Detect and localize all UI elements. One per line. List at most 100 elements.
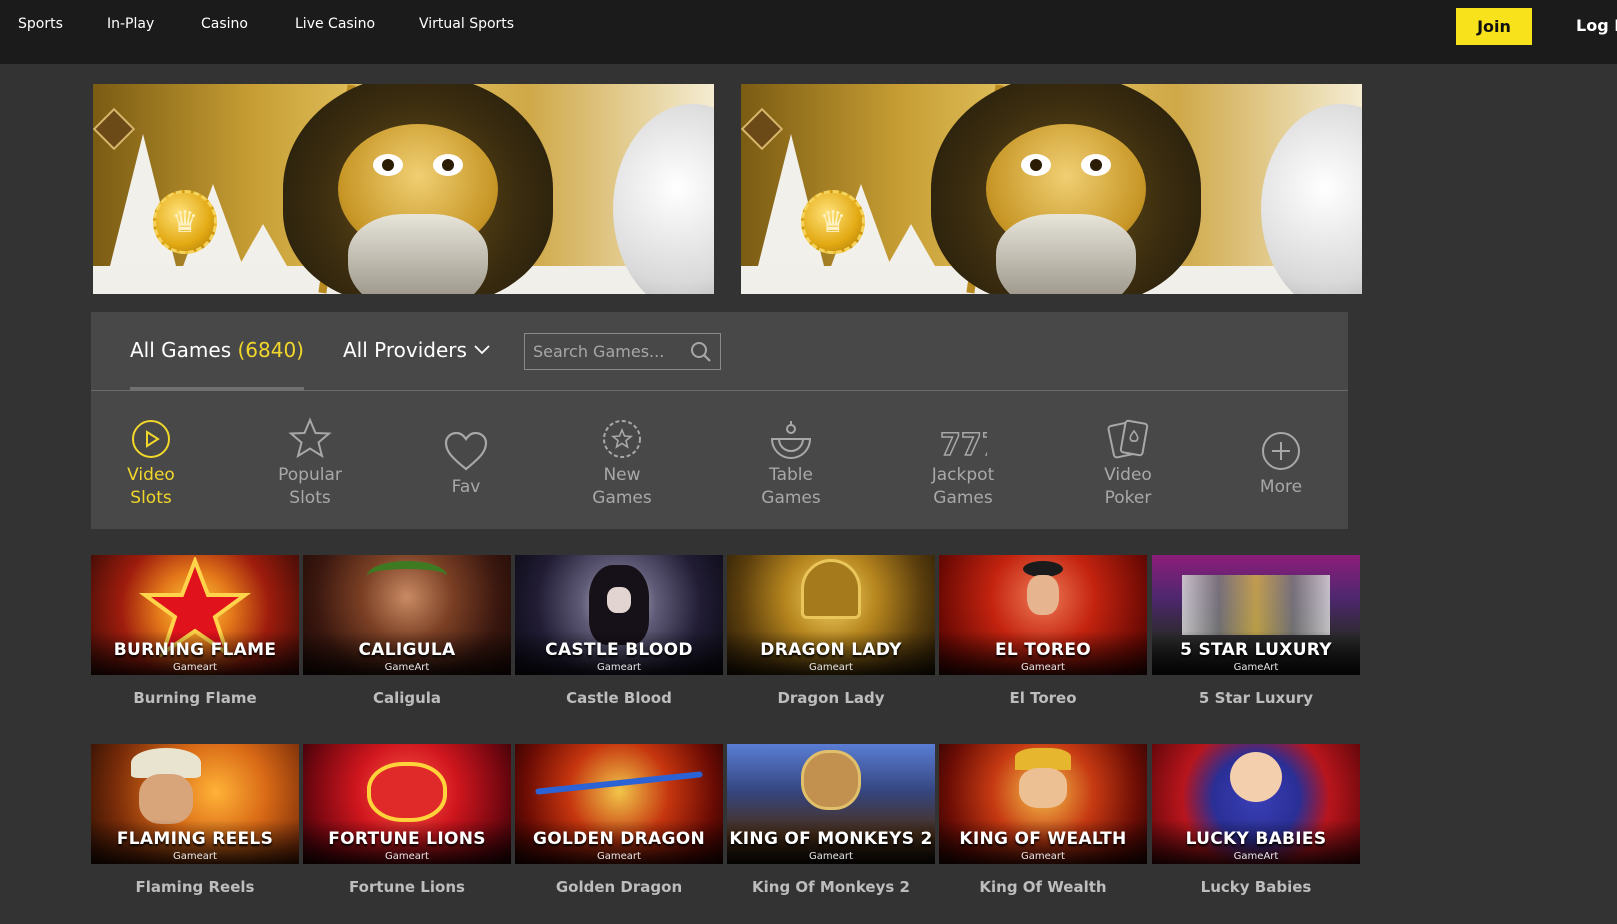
game-thumb-title: GOLDEN DRAGON	[533, 829, 705, 849]
game-tile-el-toreo[interactable]: EL TOREO Gameart El Toreo	[939, 555, 1147, 707]
heart-icon	[444, 431, 488, 471]
game-thumbnail[interactable]: CASTLE BLOOD Gameart	[515, 555, 723, 675]
game-name[interactable]: King Of Wealth	[939, 878, 1147, 896]
game-provider: GameArt	[1233, 851, 1279, 862]
game-thumbnail[interactable]: BURNING FLAME Gameart	[91, 555, 299, 675]
game-thumb-title: KING OF WEALTH	[959, 829, 1127, 849]
game-thumb-title: 5 STAR LUXURY	[1180, 640, 1332, 660]
nav-virtual-sports[interactable]: Virtual Sports	[419, 16, 514, 32]
category-jackpot-games[interactable]: 777 Jackpot Games	[903, 416, 1023, 510]
game-name[interactable]: Burning Flame	[91, 689, 299, 707]
category-label: Table Games	[761, 465, 821, 508]
play-circle-icon	[132, 420, 170, 458]
nav-in-play[interactable]: In-Play	[107, 16, 154, 32]
category-video-slots[interactable]: Video Slots	[91, 416, 211, 510]
category-label: More	[1259, 477, 1303, 497]
game-tile-burning-flame[interactable]: BURNING FLAME Gameart Burning Flame	[91, 555, 299, 707]
game-thumbnail[interactable]: 5 STAR LUXURY GameArt	[1152, 555, 1360, 675]
game-name[interactable]: Fortune Lions	[303, 878, 511, 896]
game-provider: Gameart	[597, 851, 641, 862]
chevron-down-icon	[474, 345, 490, 355]
providers-dropdown[interactable]: All Providers	[343, 338, 491, 362]
game-name[interactable]: El Toreo	[939, 689, 1147, 707]
game-tile-golden-dragon[interactable]: GOLDEN DRAGON Gameart Golden Dragon	[515, 744, 723, 896]
join-button[interactable]: Join	[1456, 8, 1532, 45]
game-thumb-title: LUCKY BABIES	[1185, 829, 1327, 849]
games-count: (6840)	[237, 338, 304, 362]
cards-icon	[1107, 419, 1149, 459]
active-tab-underline	[130, 387, 304, 391]
game-name[interactable]: Golden Dragon	[515, 878, 723, 896]
game-tile-fortune-lions[interactable]: FORTUNE LIONS Gameart Fortune Lions	[303, 744, 511, 896]
game-name[interactable]: Castle Blood	[515, 689, 723, 707]
svg-text:777: 777	[940, 428, 987, 461]
nav-sports[interactable]: Sports	[18, 16, 63, 32]
login-link[interactable]: Log In	[1576, 16, 1617, 35]
game-tile-caligula[interactable]: CALIGULA GameArt Caligula	[303, 555, 511, 707]
category-popular-slots[interactable]: Popular Slots	[250, 416, 370, 510]
search-box[interactable]	[524, 333, 721, 370]
game-thumbnail[interactable]: FLAMING REELS Gameart	[91, 744, 299, 864]
game-thumb-title: CASTLE BLOOD	[545, 640, 693, 660]
game-tile-flaming-reels[interactable]: FLAMING REELS Gameart Flaming Reels	[91, 744, 299, 896]
roulette-icon	[770, 421, 812, 459]
game-tile-lucky-babies[interactable]: LUCKY BABIES GameArt Lucky Babies	[1152, 744, 1360, 896]
category-fav[interactable]: Fav	[406, 428, 526, 499]
game-thumbnail[interactable]: KING OF WEALTH Gameart	[939, 744, 1147, 864]
game-thumbnail[interactable]: GOLDEN DRAGON Gameart	[515, 744, 723, 864]
game-provider: Gameart	[1021, 851, 1065, 862]
category-label: Fav	[451, 477, 481, 497]
game-name[interactable]: Flaming Reels	[91, 878, 299, 896]
game-provider: GameArt	[1233, 662, 1279, 673]
yeti-image	[1261, 104, 1362, 294]
sevens-icon: 777	[939, 427, 987, 461]
plus-circle-icon	[1262, 432, 1300, 470]
promo-banner-right[interactable]	[741, 84, 1362, 294]
search-input[interactable]	[533, 342, 683, 361]
game-thumb-title: KING OF MONKEYS 2	[729, 829, 933, 849]
providers-label: All Providers	[343, 338, 467, 362]
game-thumbnail[interactable]: KING OF MONKEYS 2 Gameart	[727, 744, 935, 864]
game-name[interactable]: 5 Star Luxury	[1152, 689, 1360, 707]
game-thumb-title: FORTUNE LIONS	[328, 829, 486, 849]
game-name[interactable]: Caligula	[303, 689, 511, 707]
category-label: Popular Slots	[278, 465, 342, 508]
category-video-poker[interactable]: Video Poker	[1068, 416, 1188, 510]
game-thumb-title: FLAMING REELS	[116, 829, 274, 849]
game-thumbnail[interactable]: FORTUNE LIONS Gameart	[303, 744, 511, 864]
star-icon	[288, 417, 332, 459]
category-label: Jackpot Games	[931, 465, 995, 508]
game-thumbnail[interactable]: EL TOREO Gameart	[939, 555, 1147, 675]
game-tile-dragon-lady[interactable]: DRAGON LADY Gameart Dragon Lady	[727, 555, 935, 707]
game-name[interactable]: Lucky Babies	[1152, 878, 1360, 896]
category-more[interactable]: More	[1221, 428, 1341, 499]
game-thumb-title: EL TOREO	[995, 640, 1091, 660]
game-thumbnail[interactable]: DRAGON LADY Gameart	[727, 555, 935, 675]
game-thumbnail[interactable]: CALIGULA GameArt	[303, 555, 511, 675]
category-new-games[interactable]: New Games	[562, 416, 682, 510]
category-label: Video Poker	[1104, 465, 1152, 508]
nav-live-casino[interactable]: Live Casino	[295, 16, 375, 32]
game-tile-5-star-luxury[interactable]: 5 STAR LUXURY GameArt 5 Star Luxury	[1152, 555, 1360, 707]
game-thumbnail[interactable]: LUCKY BABIES GameArt	[1152, 744, 1360, 864]
game-tile-king-of-monkeys-2[interactable]: KING OF MONKEYS 2 Gameart King Of Monkey…	[727, 744, 935, 896]
crown-coin-icon	[153, 190, 217, 254]
search-icon[interactable]	[690, 341, 712, 363]
tab-all-games[interactable]: All Games (6840)	[130, 338, 304, 362]
game-tile-king-of-wealth[interactable]: KING OF WEALTH Gameart King Of Wealth	[939, 744, 1147, 896]
game-provider: Gameart	[385, 851, 429, 862]
category-label: Video Slots	[127, 465, 175, 508]
game-name[interactable]: King Of Monkeys 2	[727, 878, 935, 896]
nav-casino[interactable]: Casino	[201, 16, 248, 32]
yeti-image	[613, 104, 714, 294]
game-provider: Gameart	[809, 851, 853, 862]
top-navigation: Sports In-Play Casino Live Casino Virtua…	[0, 0, 1617, 64]
category-table-games[interactable]: Table Games	[731, 416, 851, 510]
game-provider: Gameart	[173, 851, 217, 862]
games-filter-panel: All Games (6840) All Providers Video Slo…	[91, 312, 1348, 529]
game-tile-castle-blood[interactable]: CASTLE BLOOD Gameart Castle Blood	[515, 555, 723, 707]
promo-banner-left[interactable]	[93, 84, 714, 294]
game-name[interactable]: Dragon Lady	[727, 689, 935, 707]
game-provider: Gameart	[597, 662, 641, 673]
game-provider: Gameart	[809, 662, 853, 673]
